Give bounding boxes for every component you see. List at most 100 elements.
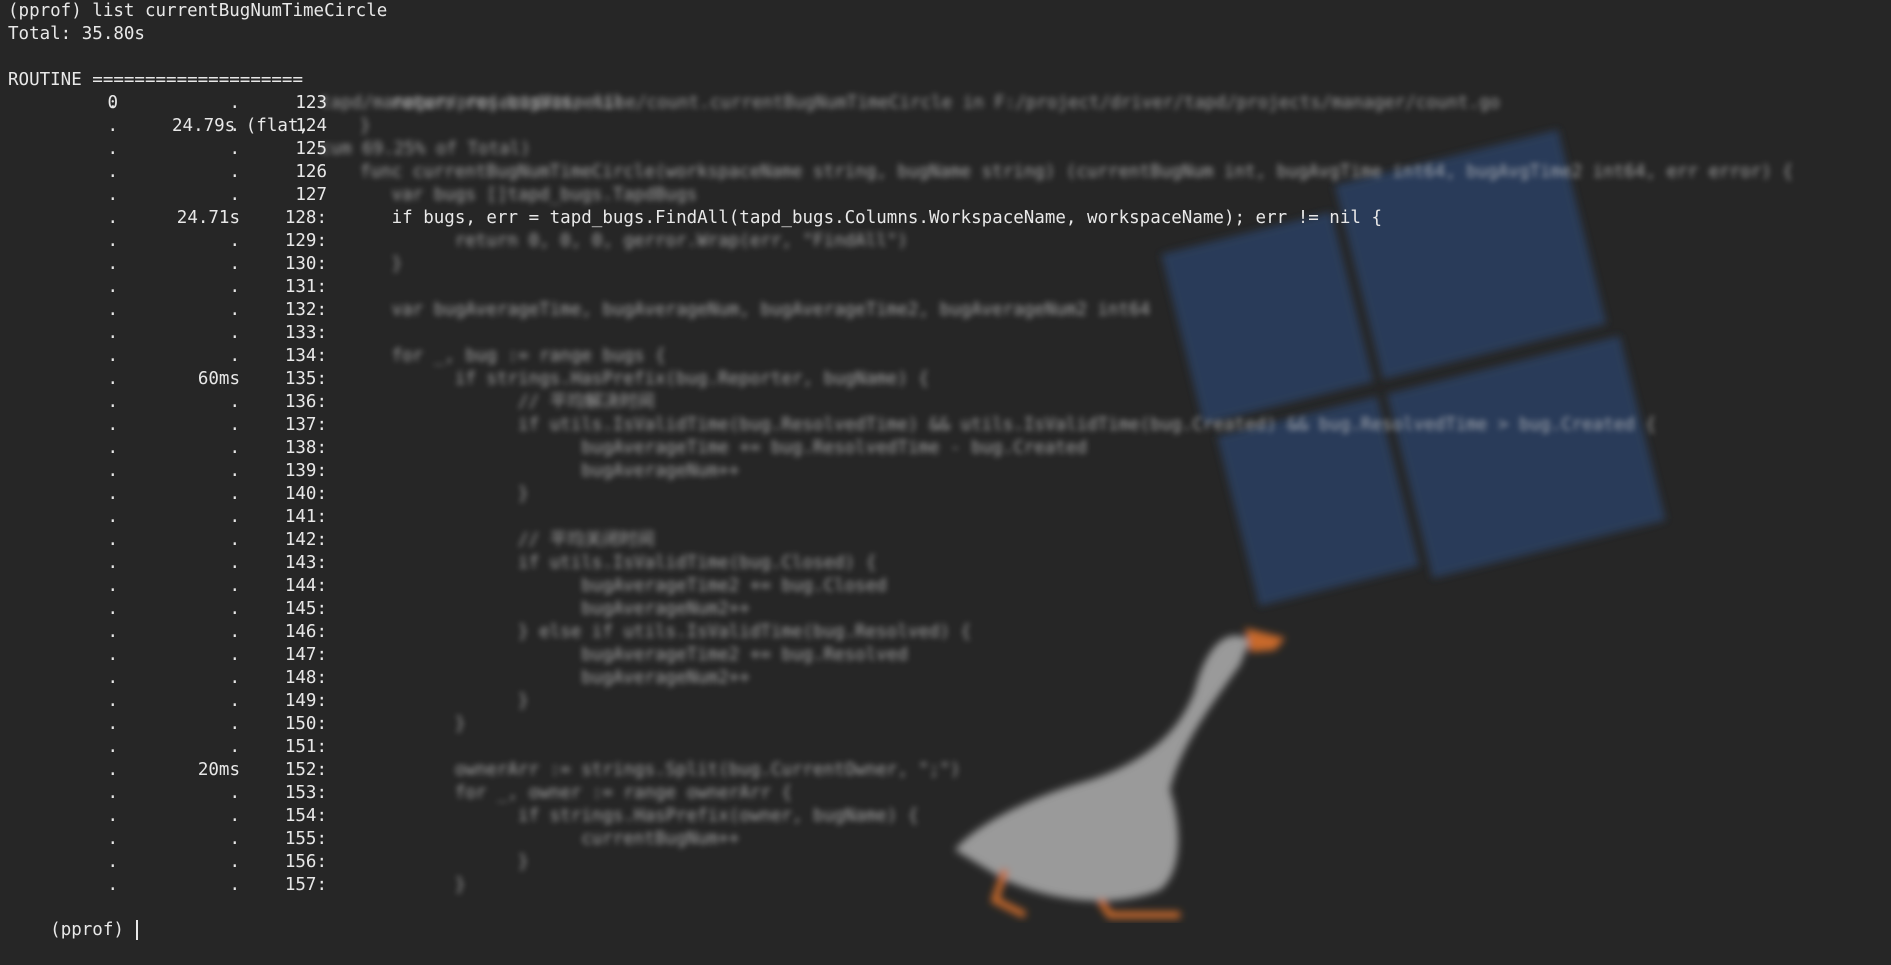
flat-value: . — [107, 185, 118, 205]
source-code: } — [360, 254, 403, 274]
cum-value: . — [229, 392, 240, 412]
listing-row: .. 136: // 平均解决时间 — [0, 391, 1891, 414]
flat-value: . — [107, 323, 118, 343]
listing-row: .. 148: bugAverageNum2++ — [0, 667, 1891, 690]
source-code: bugAverageNum++ — [360, 461, 740, 481]
cum-value: . — [229, 530, 240, 550]
source-code: return 0, 0, 0, gerror.Wrap(err, "FindAl… — [360, 231, 908, 251]
prompt-label: (pprof) — [50, 920, 124, 940]
listing-row: .. 132: var bugAverageTime, bugAverageNum… — [0, 299, 1891, 322]
source-code: } — [360, 714, 466, 734]
line-number: 138: — [284, 438, 327, 458]
line-number: 143: — [284, 553, 327, 573]
source-code: func currentBugNumTimeCircle(workspaceNa… — [360, 162, 1793, 182]
line-number: 125 — [295, 139, 327, 159]
source-code: for _, bug := range bugs { — [360, 346, 666, 366]
line-number: 141: — [284, 507, 327, 527]
line-number: 146: — [284, 622, 327, 642]
source-code: } — [360, 116, 371, 136]
listing-row: . 24.71s 128: if bugs, err = tapd_bugs.Fin… — [0, 207, 1891, 230]
listing-row: .. 157: } — [0, 874, 1891, 897]
listing-row: .. 129: return 0, 0, 0, gerror.Wrap(err, … — [0, 230, 1891, 253]
cum-value: . — [229, 829, 240, 849]
source-code: if bugs, err = tapd_bugs.FindAll(tapd_bu… — [360, 208, 1382, 228]
flat-value: . — [107, 760, 118, 780]
flat-value: . — [107, 369, 118, 389]
line-number: 139: — [284, 461, 327, 481]
flat-value: . — [107, 484, 118, 504]
listing-row: .. 134: for _, bug := range bugs { — [0, 345, 1891, 368]
flat-value: . — [107, 599, 118, 619]
cum-value: . — [229, 438, 240, 458]
source-code: } — [360, 691, 529, 711]
listing-row: .. 124} — [0, 115, 1891, 138]
command-line: (pprof) list currentBugNumTimeCircle — [8, 1, 388, 21]
cum-value: . — [229, 507, 240, 527]
cum-value: . — [229, 461, 240, 481]
line-number: 129: — [284, 231, 327, 251]
listing-row: .. 133: — [0, 322, 1891, 345]
listing-row: .. 137: if utils.IsValidTime(bug.Resolved… — [0, 414, 1891, 437]
flat-value: . — [107, 93, 118, 113]
cum-value: . — [229, 323, 240, 343]
listing-row: .. 131: — [0, 276, 1891, 299]
flat-value: . — [107, 852, 118, 872]
flat-value: . — [107, 783, 118, 803]
listing-row: .. 125 — [0, 138, 1891, 161]
line-number: 144: — [284, 576, 327, 596]
flat-value: . — [107, 806, 118, 826]
flat-value: . — [107, 530, 118, 550]
source-code: } — [360, 875, 466, 895]
listing-row: .. 145: bugAverageNum2++ — [0, 598, 1891, 621]
total-line: Total: 35.80s — [8, 24, 145, 44]
terminal-window[interactable]: (pprof) list currentBugNumTimeCircle Tot… — [0, 0, 1891, 940]
cum-value: . — [229, 806, 240, 826]
listing-row: .. 142: // 平均关闭时间 — [0, 529, 1891, 552]
line-number: 142: — [284, 530, 327, 550]
cum-value: . — [229, 254, 240, 274]
line-number: 136: — [284, 392, 327, 412]
flat-value: . — [107, 231, 118, 251]
flat-value: . — [107, 576, 118, 596]
flat-value: . — [107, 392, 118, 412]
source-code: for _, owner := range ownerArr { — [360, 783, 792, 803]
line-number: 132: — [284, 300, 327, 320]
line-number: 148: — [284, 668, 327, 688]
source-code: if strings.HasPrefix(owner, bugName) { — [360, 806, 919, 826]
line-number: 145: — [284, 599, 327, 619]
flat-value: . — [107, 668, 118, 688]
flat-value: . — [107, 415, 118, 435]
line-number: 131: — [284, 277, 327, 297]
listing-row: .. 144: bugAverageTime2 += bug.Closed — [0, 575, 1891, 598]
cum-value: . — [229, 875, 240, 895]
prompt-line[interactable]: (pprof) — [8, 896, 139, 940]
line-number: 157: — [284, 875, 327, 895]
cum-value: . — [229, 346, 240, 366]
line-number: 154: — [284, 806, 327, 826]
cum-value: . — [229, 162, 240, 182]
line-number: 155: — [284, 829, 327, 849]
flat-value: . — [107, 461, 118, 481]
listing-row: .. 130: } — [0, 253, 1891, 276]
listing-row: .. 156: } — [0, 851, 1891, 874]
cum-value: . — [229, 691, 240, 711]
source-code: bugAverageNum2++ — [360, 668, 750, 688]
flat-value: . — [107, 507, 118, 527]
listing-row: .. 149: } — [0, 690, 1891, 713]
listing-row: . 20ms 152: ownerArr := strings.Split(bug.… — [0, 759, 1891, 782]
flat-value: . — [107, 553, 118, 573]
cum-value: . — [229, 714, 240, 734]
cum-value: . — [229, 93, 240, 113]
cum-value: . — [229, 277, 240, 297]
cum-value: 20ms — [197, 760, 240, 780]
cum-value: . — [229, 737, 240, 757]
flat-value: . — [107, 438, 118, 458]
source-code: } else if utils.IsValidTime(bug.Resolved… — [360, 622, 972, 642]
cum-value: . — [229, 185, 240, 205]
line-number: 126 — [295, 162, 327, 182]
line-number: 151: — [284, 737, 327, 757]
flat-value: . — [107, 829, 118, 849]
source-code: } — [360, 852, 529, 872]
listing-row: .. 141: — [0, 506, 1891, 529]
listing-row: .. 139: bugAverageNum++ — [0, 460, 1891, 483]
